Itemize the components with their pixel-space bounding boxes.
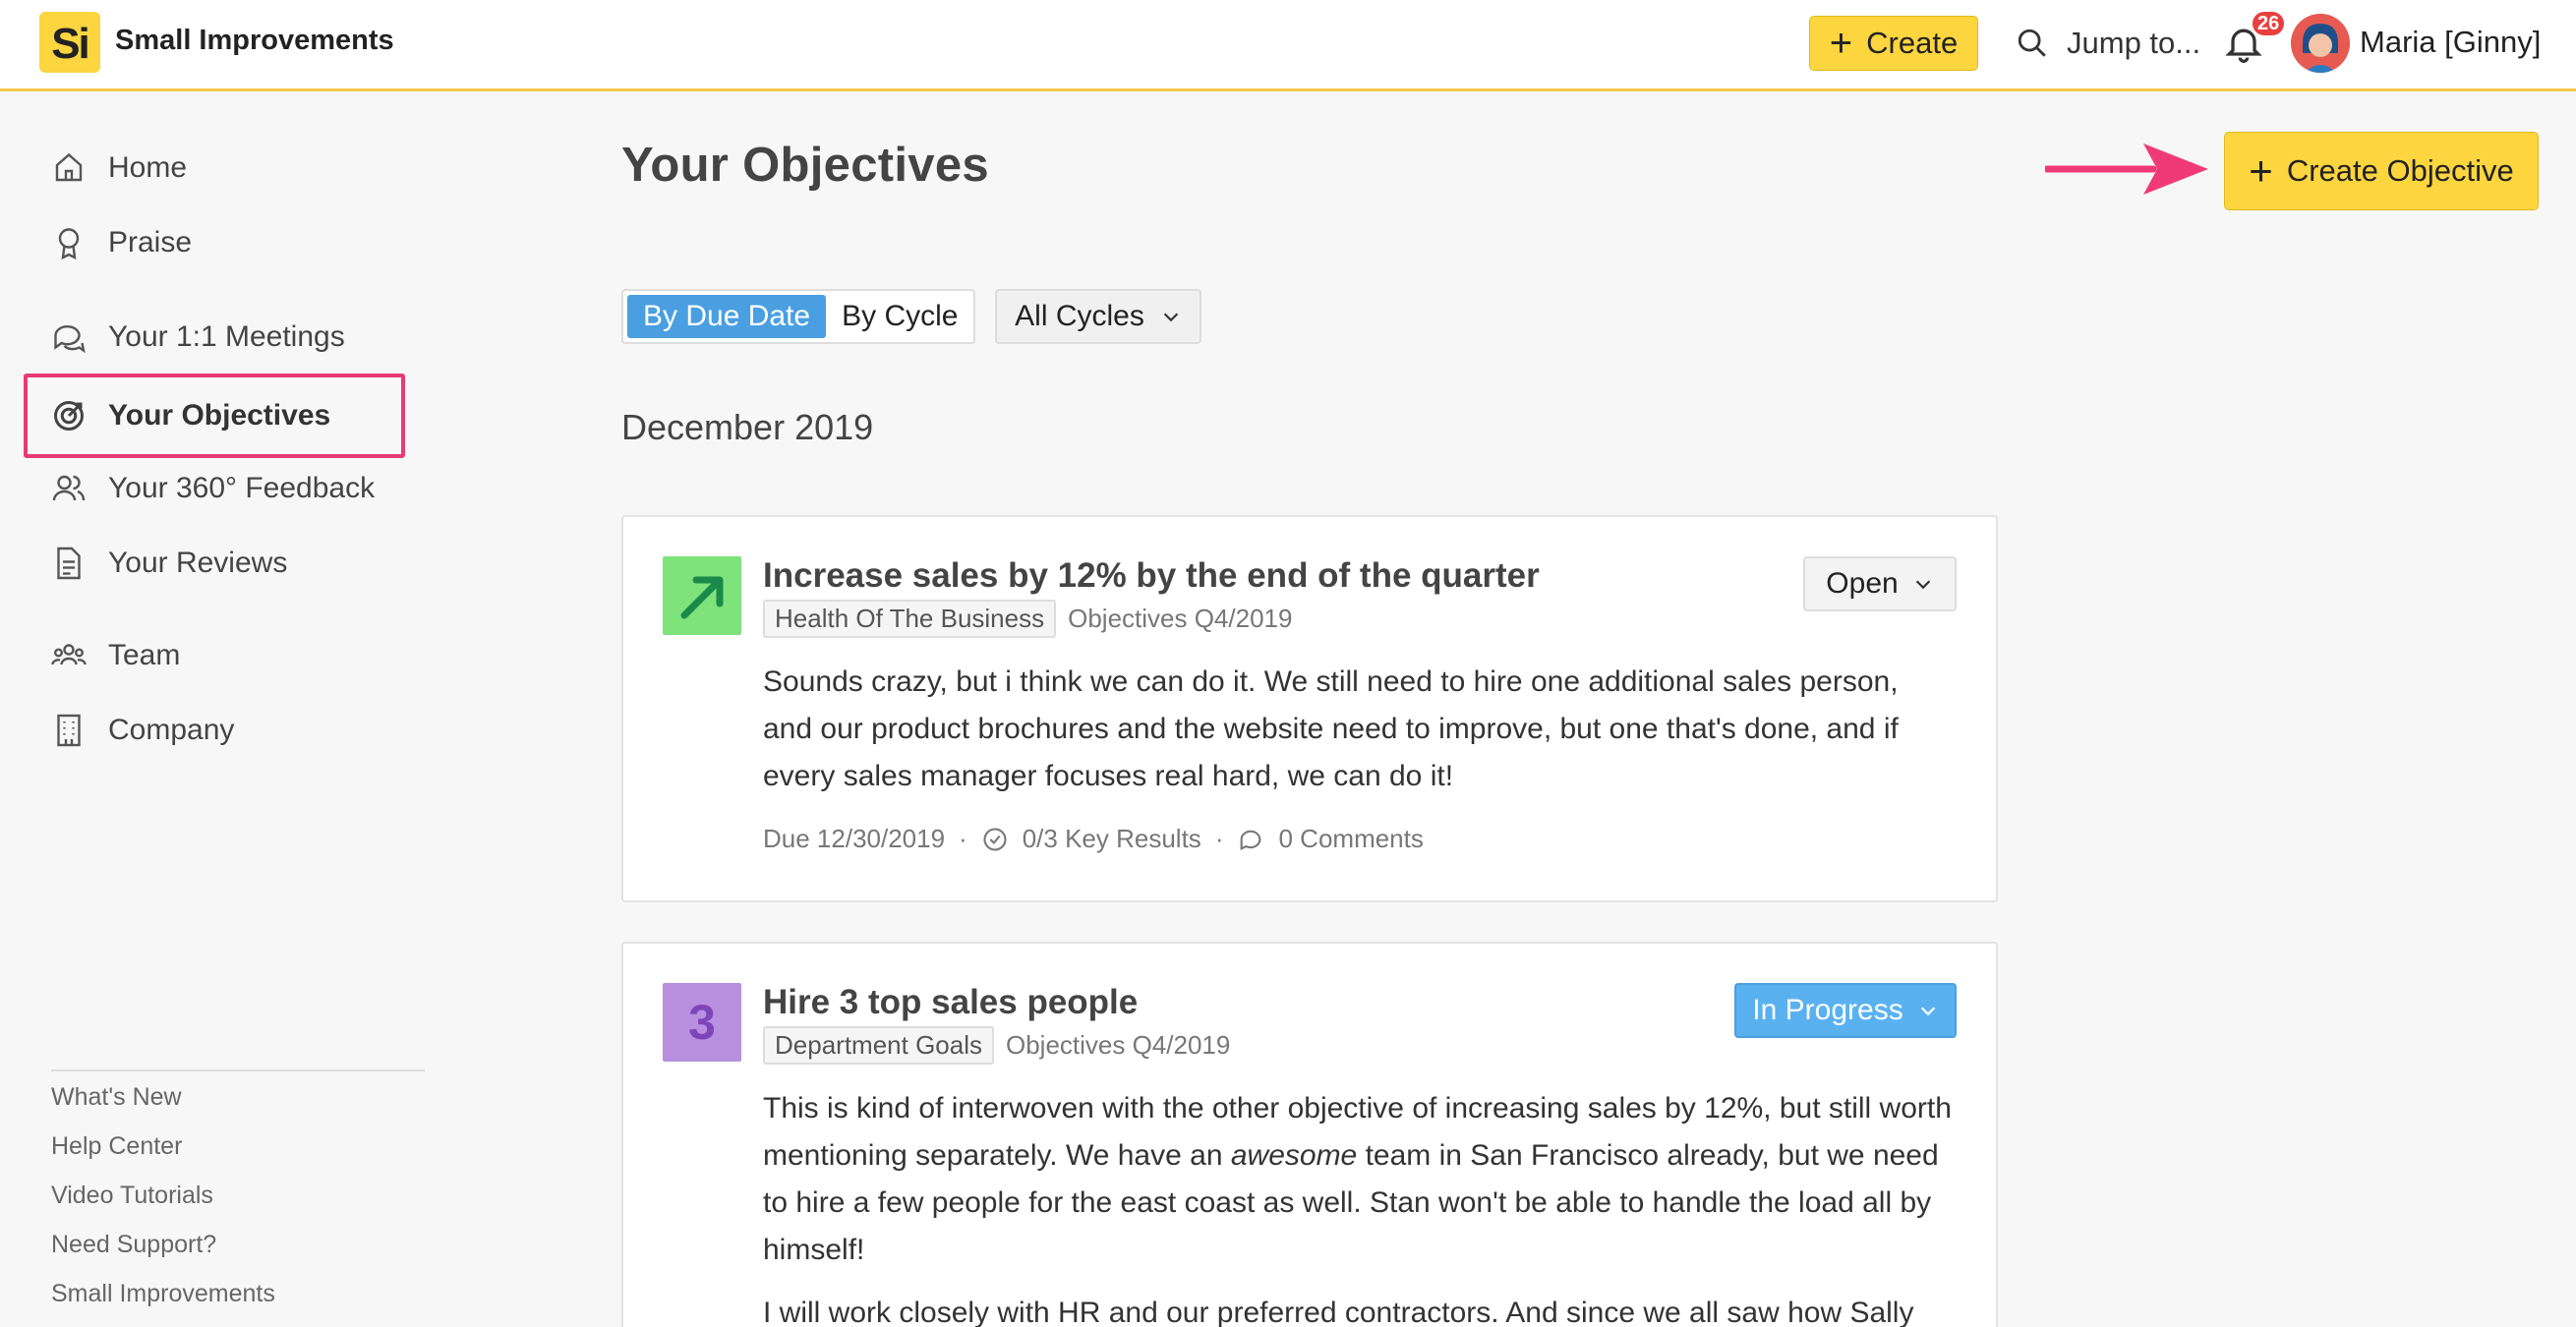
key-results-link[interactable]: 0/3 Key Results <box>1023 824 1201 854</box>
cycle-label: Objectives Q4/2019 <box>1005 1030 1231 1060</box>
objective-tags: Health Of The Business Objectives Q4/201… <box>763 600 1292 638</box>
separator-dot: · <box>959 824 967 853</box>
target-icon <box>54 401 84 431</box>
chevron-down-icon <box>1920 1007 1935 1016</box>
footer-link-small-improvements[interactable]: Small Improvements <box>51 1280 275 1308</box>
jump-to-search[interactable]: Jump to... <box>2016 20 2200 67</box>
app-name[interactable]: Small Improvements <box>115 25 394 57</box>
status-dropdown[interactable]: In Progress <box>1734 983 1957 1038</box>
sidebar-item-reviews[interactable]: Your Reviews <box>51 539 287 588</box>
footer-link-need-support[interactable]: Need Support? <box>51 1231 216 1259</box>
cycle-filter-dropdown[interactable]: All Cycles <box>995 289 1201 344</box>
footer-link-whats-new[interactable]: What's New <box>51 1083 182 1112</box>
jump-label: Jump to... <box>2067 26 2201 60</box>
objective-description: Sounds crazy, but i think we can do it. … <box>763 665 1899 792</box>
chat-icon <box>54 325 86 354</box>
sidebar-item-meetings[interactable]: Your 1:1 Meetings <box>51 313 345 362</box>
create-button[interactable]: + Create <box>1809 16 1978 71</box>
sidebar-item-praise[interactable]: Praise <box>51 218 192 267</box>
user-name[interactable]: Maria [Ginny] <box>2360 25 2541 60</box>
app-logo[interactable]: Si <box>39 12 100 73</box>
avatar[interactable] <box>2291 14 2350 73</box>
view-toggle: By Due Date By Cycle <box>621 289 975 344</box>
building-icon <box>57 714 81 747</box>
comments-link[interactable]: 0 Comments <box>1278 824 1423 854</box>
objective-title[interactable]: Hire 3 top sales people <box>763 983 1138 1022</box>
document-icon <box>57 547 81 580</box>
page-title: Your Objectives <box>621 139 989 192</box>
sidebar-item-team[interactable]: Team <box>51 631 180 680</box>
sidebar-item-objectives[interactable]: Your Objectives <box>51 391 330 440</box>
objective-tags: Department Goals Objectives Q4/2019 <box>763 1026 1230 1065</box>
due-date: Due 12/30/2019 <box>763 824 946 853</box>
search-icon <box>2018 29 2046 57</box>
comment-icon <box>1241 830 1261 850</box>
plus-icon: + <box>2249 147 2273 194</box>
home-icon <box>55 152 83 182</box>
chevron-down-icon <box>1163 313 1179 322</box>
footer-link-video-tutorials[interactable]: Video Tutorials <box>51 1182 213 1210</box>
cycle-filter-label: All Cycles <box>1015 300 1144 332</box>
check-circle-icon <box>983 827 1007 851</box>
pointer-arrow-icon <box>2045 144 2208 195</box>
notification-badge: 26 <box>2250 9 2288 38</box>
group-heading: December 2019 <box>621 407 874 447</box>
team-icon <box>51 644 87 665</box>
create-objective-button[interactable]: + Create Objective <box>2224 132 2539 210</box>
sidebar: Home Praise Your 1:1 Meetings Your Objec… <box>0 94 462 1327</box>
objective-meta: Due 12/30/2019 · 0/3 Key Results · 0 Com… <box>763 824 1424 854</box>
objective-description: This is kind of interwoven with the othe… <box>763 1085 1962 1327</box>
status-dropdown[interactable]: Open <box>1803 556 1957 611</box>
people-icon <box>52 475 86 501</box>
objective-description-more: I will work closely with HR and our pref… <box>763 1297 1914 1327</box>
sidebar-divider <box>51 1069 425 1071</box>
category-tag: Department Goals <box>763 1026 994 1065</box>
number-badge-icon: 3 <box>663 983 741 1062</box>
sidebar-item-company[interactable]: Company <box>51 706 234 755</box>
plus-icon: + <box>1829 22 1853 65</box>
tab-by-cycle[interactable]: By Cycle <box>826 295 973 338</box>
objective-card: Increase sales by 12% by the end of the … <box>621 515 1998 902</box>
status-label: Open <box>1826 567 1899 600</box>
cycle-label: Objectives Q4/2019 <box>1068 604 1293 633</box>
tab-by-due-date[interactable]: By Due Date <box>627 295 827 338</box>
ribbon-icon <box>58 228 80 260</box>
sidebar-item-home[interactable]: Home <box>51 144 187 193</box>
top-bar: Si Small Improvements + Create Jump to..… <box>0 0 2576 91</box>
objective-title[interactable]: Increase sales by 12% by the end of the … <box>763 556 1540 596</box>
chevron-down-icon <box>1915 580 1930 590</box>
category-tag: Health Of The Business <box>763 600 1057 638</box>
create-objective-label: Create Objective <box>2286 153 2514 188</box>
sidebar-item-360-feedback[interactable]: Your 360° Feedback <box>51 464 375 513</box>
create-label: Create <box>1866 26 1959 60</box>
separator-dot: · <box>1214 824 1224 853</box>
footer-link-help-center[interactable]: Help Center <box>51 1132 182 1161</box>
objective-card: 3 Hire 3 top sales people Department Goa… <box>621 942 1998 1327</box>
trending-arrow-icon <box>663 556 741 635</box>
status-label: In Progress <box>1752 994 1903 1026</box>
